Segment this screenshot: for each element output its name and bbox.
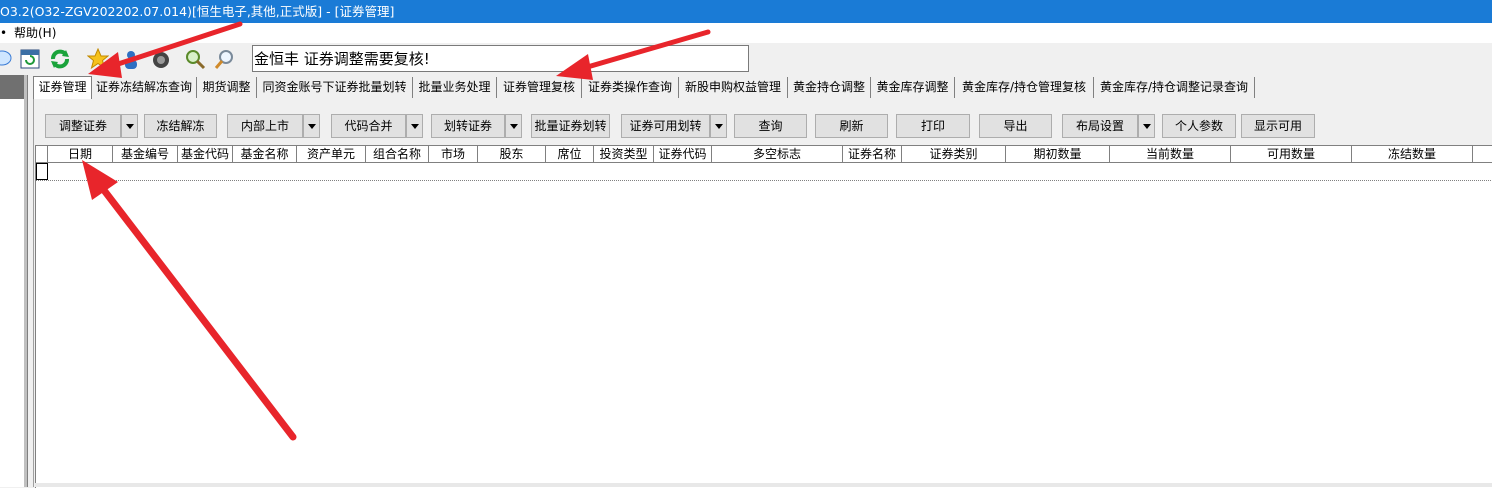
calendar-refresh-icon[interactable] xyxy=(19,48,41,70)
chat-bubble-icon[interactable] xyxy=(0,48,16,70)
tab-gold-inventory-adjust[interactable]: 黄金库存调整 xyxy=(871,77,955,98)
magnifier-icon[interactable] xyxy=(214,48,236,70)
column-header-filler xyxy=(1473,146,1492,163)
grid-corner xyxy=(36,146,48,163)
internal-listing-button[interactable]: 内部上市 xyxy=(227,114,303,138)
tab-gold-records-query[interactable]: 黄金库存/持仓调整记录查询 xyxy=(1094,77,1255,98)
internal-listing-dropdown[interactable] xyxy=(303,114,320,138)
securities-grid[interactable]: 日期 基金编号 基金代码 基金名称 资产单元 组合名称 市场 股东 席位 投资类… xyxy=(35,145,1492,488)
tab-securities-management[interactable]: 证券管理 xyxy=(33,76,92,99)
column-header[interactable]: 席位 xyxy=(546,146,594,163)
column-header[interactable]: 股东 xyxy=(478,146,546,163)
layout-settings-dropdown[interactable] xyxy=(1138,114,1155,138)
column-header[interactable]: 基金名称 xyxy=(233,146,297,163)
code-merge-dropdown[interactable] xyxy=(406,114,423,138)
personal-params-button[interactable]: 个人参数 xyxy=(1162,114,1236,138)
show-available-button[interactable]: 显示可用 xyxy=(1241,114,1315,138)
tab-freeze-query[interactable]: 证券冻结解冻查询 xyxy=(92,77,197,98)
freeze-unfreeze-button[interactable]: 冻结解冻 xyxy=(144,114,217,138)
refresh-button[interactable]: 刷新 xyxy=(815,114,888,138)
tab-batch-business[interactable]: 批量业务处理 xyxy=(413,77,497,98)
batch-transfer-button[interactable]: 批量证券划转 xyxy=(531,114,610,138)
adjust-securities-dropdown[interactable] xyxy=(121,114,138,138)
column-header[interactable]: 可用数量 xyxy=(1231,146,1352,163)
available-transfer-dropdown[interactable] xyxy=(710,114,727,138)
window-title-bar: O3.2(O32-ZGV202202.07.014)[恒生电子,其他,正式版] … xyxy=(0,0,1492,23)
row-indicator xyxy=(36,163,48,180)
tab-ipo-rights[interactable]: 新股申购权益管理 xyxy=(679,77,788,98)
column-header[interactable]: 证券类别 xyxy=(902,146,1006,163)
tab-futures-adjust[interactable]: 期货调整 xyxy=(197,77,257,98)
star-icon[interactable] xyxy=(87,48,109,70)
tab-securities-review[interactable]: 证券管理复核 xyxy=(497,77,582,98)
column-header[interactable]: 证券名称 xyxy=(843,146,902,163)
column-header[interactable]: 多空标志 xyxy=(712,146,843,163)
column-header[interactable]: 资产单元 xyxy=(297,146,366,163)
column-header[interactable]: 组合名称 xyxy=(366,146,429,163)
user-icon[interactable] xyxy=(120,48,142,70)
available-transfer-button[interactable]: 证券可用划转 xyxy=(621,114,710,138)
export-button[interactable]: 导出 xyxy=(979,114,1052,138)
tab-batch-transfer-same-account[interactable]: 同资金账号下证券批量划转 xyxy=(257,77,413,98)
camera-icon[interactable] xyxy=(150,48,172,70)
table-row[interactable] xyxy=(36,163,1492,181)
column-header[interactable]: 基金编号 xyxy=(113,146,178,163)
query-button[interactable]: 查询 xyxy=(734,114,807,138)
notice-banner: 金恒丰 证券调整需要复核! xyxy=(252,45,749,72)
column-header[interactable]: 日期 xyxy=(48,146,113,163)
column-header[interactable]: 投资类型 xyxy=(594,146,654,163)
refresh-icon[interactable] xyxy=(49,48,71,70)
print-button[interactable]: 打印 xyxy=(896,114,970,138)
tab-gold-review[interactable]: 黄金库存/持仓管理复核 xyxy=(955,77,1094,98)
tab-gold-position-adjust[interactable]: 黄金持仓调整 xyxy=(788,77,871,98)
column-header[interactable]: 基金代码 xyxy=(178,146,233,163)
adjust-securities-button[interactable]: 调整证券 xyxy=(45,114,121,138)
code-merge-button[interactable]: 代码合并 xyxy=(331,114,406,138)
tab-bar: 证券管理 证券冻结解冻查询 期货调整 同资金账号下证券批量划转 批量业务处理 证… xyxy=(33,76,1492,99)
menu-fragment: • xyxy=(0,26,8,40)
menu-help[interactable]: 帮助(H) xyxy=(14,23,56,43)
grid-bottom-edge xyxy=(35,483,1492,487)
column-header[interactable]: 当前数量 xyxy=(1110,146,1231,163)
window-title: O3.2(O32-ZGV202202.07.014)[恒生电子,其他,正式版] … xyxy=(0,4,395,19)
layout-settings-button[interactable]: 布局设置 xyxy=(1062,114,1138,138)
transfer-securities-dropdown[interactable] xyxy=(505,114,522,138)
search-tool-icon[interactable] xyxy=(184,48,206,70)
column-header[interactable]: 证券代码 xyxy=(654,146,712,163)
menu-bar: • 帮助(H) xyxy=(0,23,1492,43)
left-panel-header xyxy=(0,75,24,99)
left-panel xyxy=(0,75,24,487)
transfer-securities-button[interactable]: 划转证券 xyxy=(431,114,505,138)
column-header[interactable]: 市场 xyxy=(429,146,478,163)
column-header[interactable]: 冻结数量 xyxy=(1352,146,1473,163)
tab-securities-operation-query[interactable]: 证券类操作查询 xyxy=(582,77,679,98)
panel-splitter[interactable] xyxy=(24,75,28,487)
column-header[interactable]: 期初数量 xyxy=(1006,146,1110,163)
